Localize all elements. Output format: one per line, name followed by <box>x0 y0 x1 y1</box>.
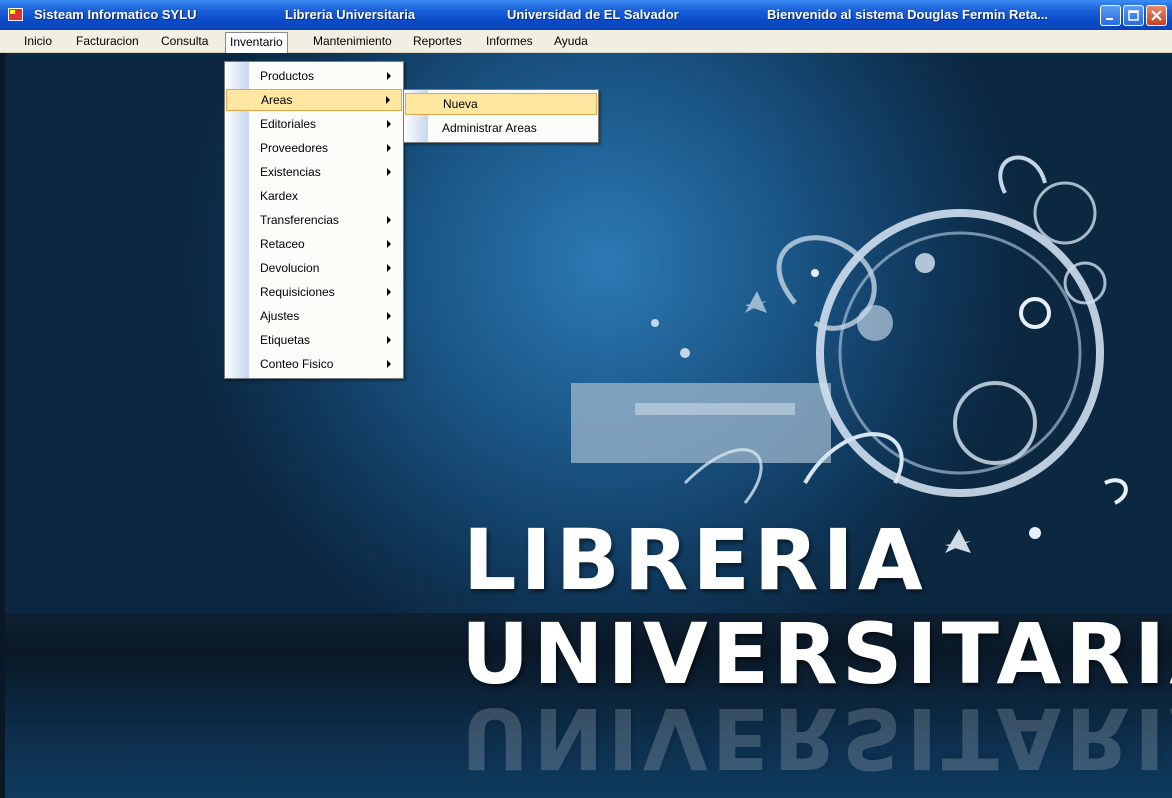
maximize-icon <box>1128 10 1139 21</box>
submenu-arrow-icon <box>387 288 391 296</box>
menu-item-label: Ajustes <box>260 309 300 323</box>
menu-item-label: Administrar Areas <box>442 121 537 135</box>
menu-item-label: Existencias <box>260 165 321 179</box>
close-button[interactable] <box>1146 5 1167 26</box>
areas-submenu: Nueva Administrar Areas <box>403 89 599 143</box>
menu-item-editoriales[interactable]: Editoriales <box>225 112 403 136</box>
submenu-arrow-icon <box>387 168 391 176</box>
menu-bar: Inicio Facturacion Consulta Inventario M… <box>0 30 1172 53</box>
submenu-arrow-icon <box>387 144 391 152</box>
submenu-arrow-icon <box>387 264 391 272</box>
menu-item-label: Retaceo <box>260 237 305 251</box>
submenu-arrow-icon <box>386 96 390 104</box>
menu-item-productos[interactable]: Productos <box>225 64 403 88</box>
menu-inventario[interactable]: Inventario <box>225 32 288 53</box>
menu-inicio[interactable]: Inicio <box>21 33 55 49</box>
banner-title-line1: LIBRERIA <box>463 511 927 609</box>
menu-ayuda[interactable]: Ayuda <box>551 33 591 49</box>
menu-item-label: Requisiciones <box>260 285 335 299</box>
menu-informes[interactable]: Informes <box>483 33 536 49</box>
submenu-arrow-icon <box>387 312 391 320</box>
menu-item-label: Productos <box>260 69 315 83</box>
window-title-app: Sisteam Informatico SYLU <box>34 7 197 22</box>
menu-facturacion[interactable]: Facturacion <box>73 33 142 49</box>
menu-item-retaceo[interactable]: Retaceo <box>225 232 403 256</box>
swirl-ornament <box>571 155 1128 553</box>
menu-item-label: Etiquetas <box>260 333 311 347</box>
menu-item-devolucion[interactable]: Devolucion <box>225 256 403 280</box>
menu-consulta[interactable]: Consulta <box>158 33 211 49</box>
submenu-arrow-icon <box>387 360 391 368</box>
menu-item-label: Kardex <box>260 189 299 203</box>
menu-item-label: Areas <box>261 93 293 107</box>
close-icon <box>1151 10 1162 21</box>
menu-item-transferencias[interactable]: Transferencias <box>225 208 403 232</box>
menu-mantenimiento[interactable]: Mantenimiento <box>310 33 395 49</box>
menu-item-requisiciones[interactable]: Requisiciones <box>225 280 403 304</box>
menu-item-etiquetas[interactable]: Etiquetas <box>225 328 403 352</box>
inventario-menu: Productos Areas Editoriales Proveedores … <box>224 61 404 379</box>
menu-item-label: Conteo Fisico <box>260 357 334 371</box>
background-banner: LIBRERIA UNIVERSITARIA UNIVERSITARIA <box>5 53 1172 798</box>
submenu-arrow-icon <box>387 120 391 128</box>
menu-item-administrar-areas[interactable]: Administrar Areas <box>404 116 598 140</box>
minimize-button[interactable] <box>1100 5 1121 26</box>
menu-item-proveedores[interactable]: Proveedores <box>225 136 403 160</box>
menu-item-kardex[interactable]: Kardex <box>225 184 403 208</box>
title-bar: Sisteam Informatico SYLU Libreria Univer… <box>0 0 1172 30</box>
menu-item-label: Transferencias <box>260 213 339 227</box>
window-title-welcome: Bienvenido al sistema Douglas Fermin Ret… <box>767 7 1049 22</box>
window-title-university: Universidad de EL Salvador <box>507 7 679 22</box>
menu-reportes[interactable]: Reportes <box>410 33 465 49</box>
banner-title-reflection: UNIVERSITARIA <box>461 689 1172 787</box>
submenu-arrow-icon <box>387 240 391 248</box>
submenu-arrow-icon <box>387 336 391 344</box>
window-title-library: Libreria Universitaria <box>285 7 416 22</box>
submenu-arrow-icon <box>387 216 391 224</box>
menu-item-ajustes[interactable]: Ajustes <box>225 304 403 328</box>
menu-item-label: Devolucion <box>260 261 320 275</box>
menu-item-areas[interactable]: Areas <box>226 89 402 111</box>
maximize-button[interactable] <box>1123 5 1144 26</box>
menu-item-conteo-fisico[interactable]: Conteo Fisico <box>225 352 403 376</box>
minimize-icon <box>1106 18 1113 20</box>
menu-item-existencias[interactable]: Existencias <box>225 160 403 184</box>
app-icon[interactable] <box>8 8 23 21</box>
menu-item-nueva[interactable]: Nueva <box>405 93 597 115</box>
menu-item-label: Nueva <box>443 97 478 111</box>
submenu-arrow-icon <box>387 72 391 80</box>
menu-item-label: Proveedores <box>260 141 329 155</box>
menu-item-label: Editoriales <box>260 117 317 131</box>
